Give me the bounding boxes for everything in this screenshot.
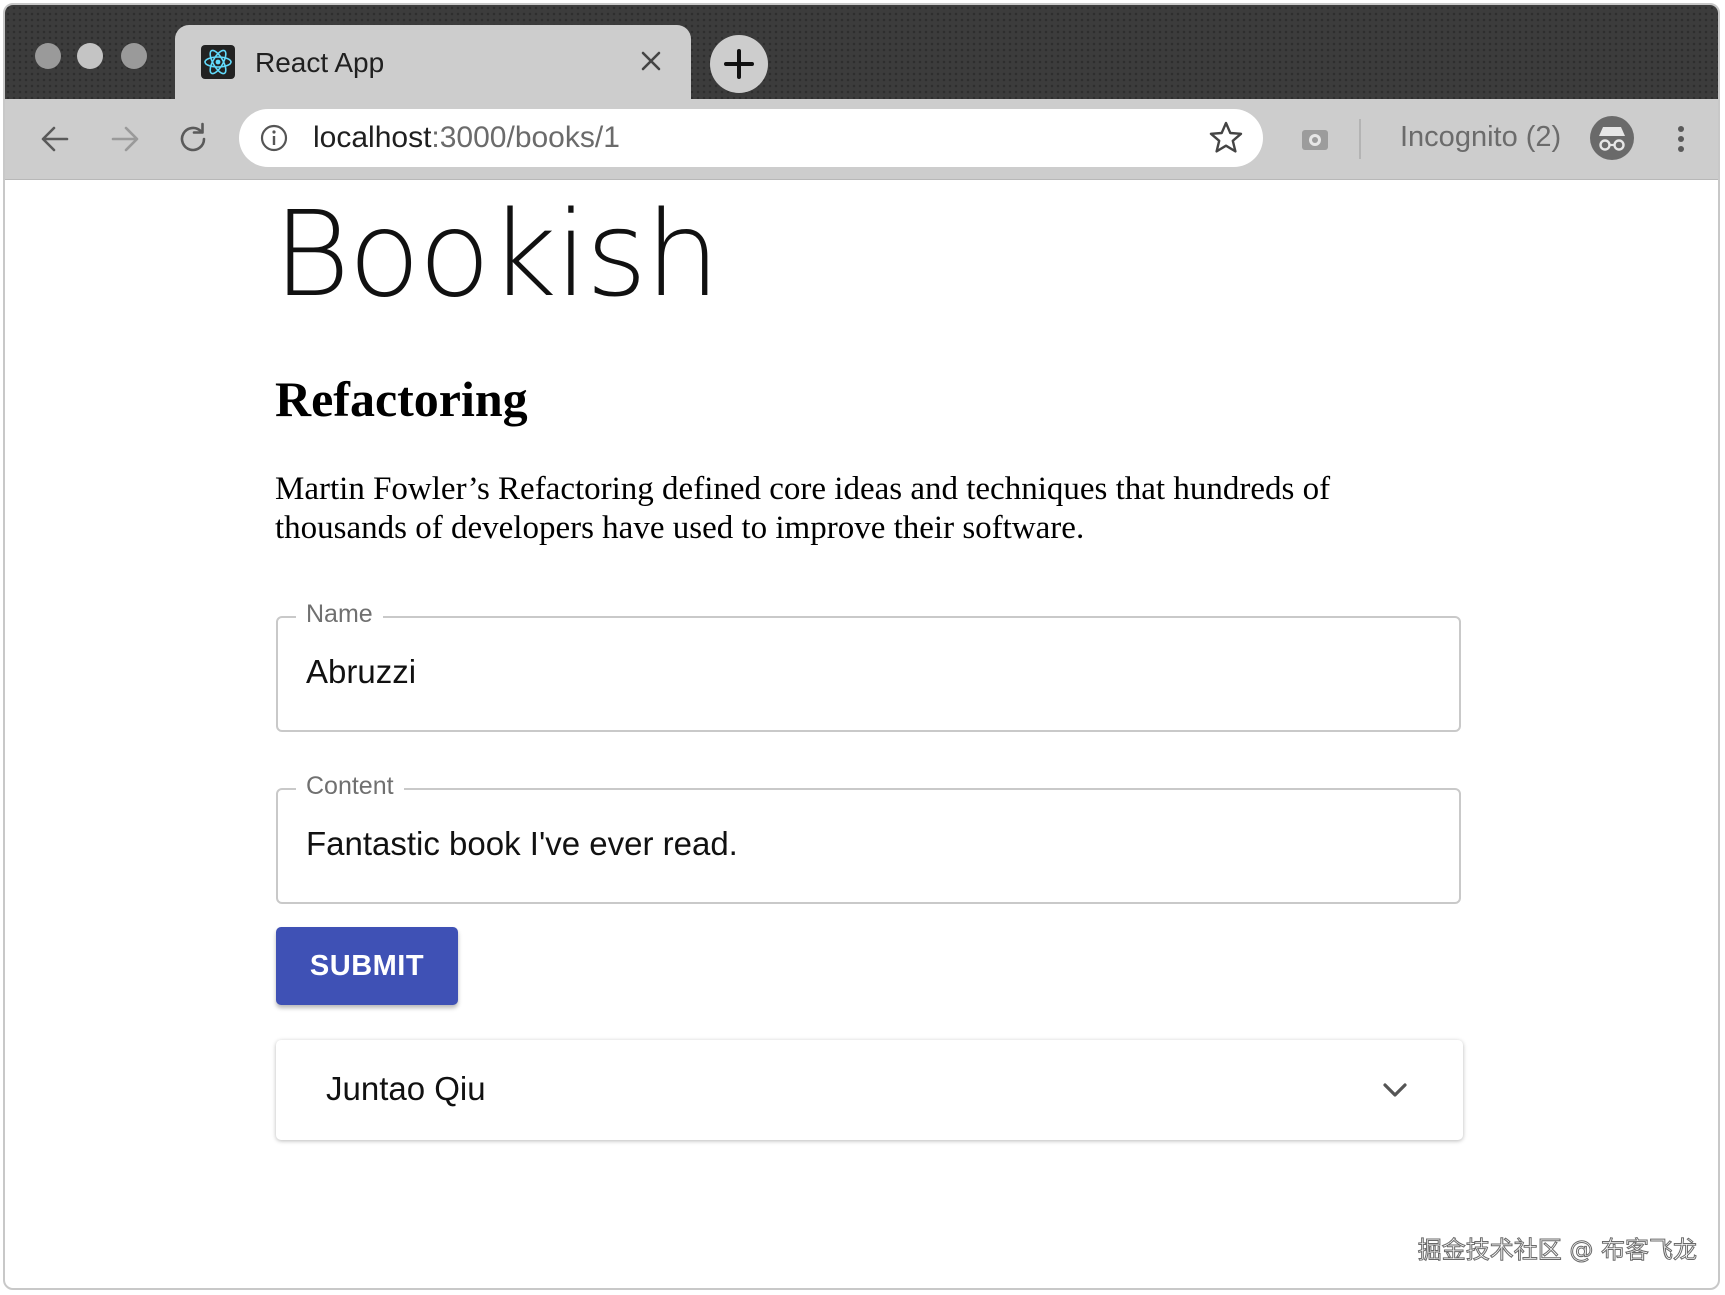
watermark: 掘金技术社区 @ 布客飞龙 [1417, 1236, 1697, 1265]
address-bar[interactable]: localhost:3000/books/1 [239, 109, 1263, 167]
book-description: Martin Fowler’s Refactoring defined core… [275, 471, 1331, 546]
review-accordion[interactable]: Juntao Qiu [276, 1040, 1463, 1140]
forward-arrow-icon[interactable] [105, 119, 145, 159]
book-title: Refactoring [275, 371, 528, 427]
app-title: Bookish [273, 185, 720, 323]
page-content: Bookish Refactoring Martin Fowler’s Refa… [5, 180, 1718, 1288]
incognito-icon[interactable] [1589, 115, 1635, 161]
browser-window: React App localhost:3000/books/1 Incogni… [3, 3, 1720, 1290]
toolbar-divider [1359, 119, 1361, 159]
reload-icon[interactable] [173, 119, 213, 159]
reviewer-name: Juntao Qiu [326, 1070, 486, 1107]
info-icon[interactable] [259, 123, 289, 153]
more-vert-icon[interactable] [1661, 119, 1701, 159]
content-field-label: Content [296, 772, 404, 801]
tab-title: React App [255, 47, 385, 78]
incognito-label[interactable]: Incognito (2) [1400, 121, 1561, 154]
url-path: :3000/books/1 [431, 121, 620, 154]
window-close-dot[interactable] [35, 43, 61, 69]
tab-strip: React App [5, 5, 1718, 99]
url-text: localhost:3000/books/1 [313, 121, 620, 155]
window-maximize-dot[interactable] [121, 43, 147, 69]
browser-toolbar: localhost:3000/books/1 Incognito (2) [5, 99, 1718, 180]
back-arrow-icon[interactable] [35, 119, 75, 159]
name-field: Name [276, 600, 1461, 732]
plus-icon [724, 49, 754, 79]
window-minimize-dot[interactable] [77, 43, 103, 69]
name-field-label: Name [296, 600, 383, 629]
chevron-down-icon[interactable] [1377, 1072, 1413, 1108]
star-icon[interactable] [1207, 119, 1245, 157]
content-input[interactable] [306, 818, 1426, 870]
camera-icon[interactable] [1295, 119, 1335, 159]
close-icon[interactable] [629, 39, 673, 83]
name-input[interactable] [306, 646, 1426, 698]
new-tab-button[interactable] [710, 35, 768, 93]
content-field: Content [276, 772, 1461, 904]
submit-button[interactable]: SUBMIT [276, 927, 458, 1005]
react-logo-icon [201, 45, 235, 79]
url-host: localhost [313, 121, 432, 154]
tab-react-app[interactable]: React App [175, 25, 691, 99]
